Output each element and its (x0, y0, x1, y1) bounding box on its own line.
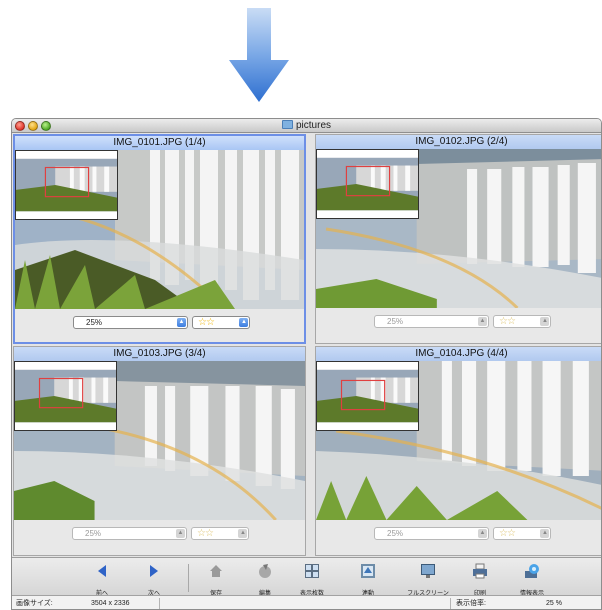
pane-title: IMG_0102.JPG (2/4) (316, 135, 601, 149)
waterfall-photo (15, 150, 304, 309)
toolbar: 前へ 次へ 保存 編集 表示枚数 連動 フルスクリーン 印刷 情報表示 (12, 557, 601, 597)
rating-stars: ☆☆ (499, 528, 516, 539)
rating-select[interactable]: ☆☆ ▲ (493, 315, 551, 328)
select-arrows-icon: ▲ (478, 529, 487, 538)
select-arrows-icon: ▲ (540, 317, 549, 326)
fullscreen-button[interactable]: フルスクリーン (400, 561, 456, 597)
status-bar: 画像サイズ: 3504 x 2336 表示倍率: 25 % (12, 595, 601, 609)
zoom-value: 25% (85, 529, 102, 538)
image-size-label: 画像サイズ: (16, 600, 53, 607)
pane-title: IMG_0103.JPG (3/4) (14, 347, 305, 361)
navigator-thumbnail[interactable] (15, 150, 118, 220)
prev-button[interactable]: 前へ (79, 561, 125, 597)
rating-select[interactable]: ☆☆ ▲ (191, 527, 249, 540)
edit-button[interactable]: 編集 (242, 561, 288, 597)
title-bar: pictures (12, 119, 601, 133)
rating-select[interactable]: ☆☆ ▲ (493, 527, 551, 540)
left-triangle-icon (98, 565, 106, 577)
down-arrow-icon (229, 8, 289, 102)
display-zoom-value: 25 % (546, 600, 562, 607)
grid-icon (305, 564, 319, 578)
zoom-select[interactable]: 25% ▲ (73, 316, 188, 329)
select-arrows-icon: ▲ (238, 529, 247, 538)
rating-stars: ☆☆ (197, 528, 214, 539)
display-zoom-label: 表示倍率: (456, 600, 486, 607)
select-arrows-icon: ▲ (478, 317, 487, 326)
rating-stars: ☆☆ (499, 316, 516, 327)
monitor-icon (421, 564, 435, 578)
status-divider (450, 598, 451, 609)
zoom-select[interactable]: 25% ▲ (374, 527, 489, 540)
zoom-select[interactable]: 25% ▲ (374, 315, 489, 328)
pane-controls: 25% ▲ ☆☆ ▲ (15, 312, 304, 332)
pane-title: IMG_0104.JPG (4/4) (316, 347, 601, 361)
zoom-select[interactable]: 25% ▲ (72, 527, 187, 540)
waterfall-photo (14, 361, 305, 520)
toolbar-divider (188, 564, 189, 592)
folder-icon (281, 120, 293, 129)
pane-controls: 25% ▲ ☆☆ ▲ (14, 523, 305, 543)
window-title: pictures (12, 120, 601, 131)
pane-controls: 25% ▲ ☆☆ ▲ (316, 523, 601, 543)
house-save-icon (210, 565, 222, 577)
rating-select[interactable]: ☆☆ ▲ (192, 316, 250, 329)
navigator-thumbnail[interactable] (14, 361, 117, 431)
navigator-thumbnail[interactable] (316, 149, 419, 219)
image-pane-4[interactable]: IMG_0104.JPG (4/4) 25% ▲ ☆☆ ▲ (315, 346, 601, 556)
zoom-value: 25% (387, 529, 404, 538)
pane-title: IMG_0101.JPG (1/4) (15, 136, 304, 150)
navigator-thumbnail[interactable] (316, 361, 419, 431)
pencil-edit-icon (259, 564, 271, 578)
image-pane-1[interactable]: IMG_0101.JPG (1/4) 25% ▲ ☆☆ ▲ (13, 134, 306, 344)
status-divider (159, 598, 160, 609)
save-button[interactable]: 保存 (193, 561, 239, 597)
print-button[interactable]: 印刷 (457, 561, 503, 597)
select-arrows-icon: ▲ (177, 318, 186, 327)
zoom-value: 25% (86, 318, 103, 327)
rating-stars: ☆☆ (198, 317, 215, 328)
next-button[interactable]: 次へ (131, 561, 177, 597)
info-globe-icon (525, 564, 539, 578)
sync-icon (361, 564, 375, 578)
waterfall-photo (316, 149, 601, 308)
zoom-value: 25% (387, 317, 404, 326)
image-pane-2[interactable]: IMG_0102.JPG (2/4) 25% ▲ ☆☆ ▲ (315, 134, 601, 344)
window-title-text: pictures (295, 120, 331, 131)
image-size-value: 3504 x 2336 (91, 600, 130, 607)
printer-icon (473, 563, 487, 579)
pane-controls: 25% ▲ ☆☆ ▲ (316, 311, 601, 331)
waterfall-photo (316, 361, 601, 520)
sync-button[interactable]: 連動 (345, 561, 391, 597)
info-button[interactable]: 情報表示 (509, 561, 555, 597)
select-arrows-icon: ▲ (239, 318, 248, 327)
image-pane-3[interactable]: IMG_0103.JPG (3/4) 25% ▲ ☆☆ ▲ (13, 346, 306, 556)
select-arrows-icon: ▲ (176, 529, 185, 538)
viewer-window: pictures IMG_0101.JPG (1/4) 25% ▲ ☆☆ ▲ I… (11, 118, 602, 610)
image-grid: IMG_0101.JPG (1/4) 25% ▲ ☆☆ ▲ IMG_0102.J… (13, 134, 601, 557)
right-triangle-icon (150, 565, 158, 577)
select-arrows-icon: ▲ (540, 529, 549, 538)
display-count-button[interactable]: 表示枚数 (289, 561, 335, 597)
